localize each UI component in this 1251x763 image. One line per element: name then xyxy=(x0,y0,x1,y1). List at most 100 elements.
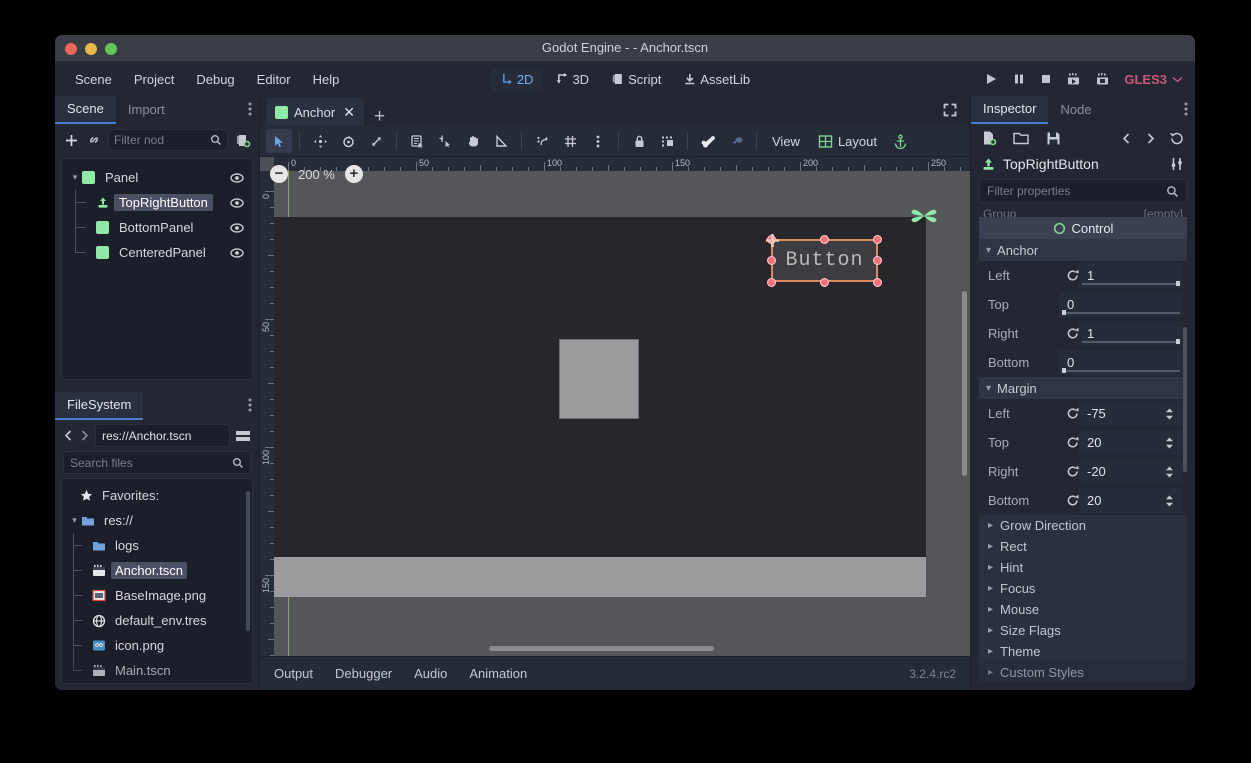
selection-handle[interactable] xyxy=(873,278,882,287)
list-item[interactable]: logs xyxy=(62,533,252,558)
list-item[interactable]: Anchor.tscn xyxy=(62,558,252,583)
property-filter-input[interactable]: Filter properties xyxy=(979,179,1187,203)
pan-tool-icon[interactable] xyxy=(460,129,486,153)
property-value-spinbox[interactable]: -20 xyxy=(1079,459,1183,484)
object-tools-icon[interactable] xyxy=(1169,156,1185,172)
centered-panel-node[interactable] xyxy=(559,339,639,419)
property-section-anchor[interactable]: ▾ Anchor xyxy=(979,239,1187,261)
selection-handle[interactable] xyxy=(820,278,829,287)
lock-icon[interactable] xyxy=(626,129,652,153)
property-value-slider[interactable]: 1 xyxy=(1079,321,1183,346)
rotate-tool-icon[interactable] xyxy=(335,129,361,153)
tab-node[interactable]: Node xyxy=(1048,96,1103,124)
move-tool-icon[interactable] xyxy=(307,129,333,153)
visibility-eye-icon[interactable] xyxy=(230,247,244,259)
property-row-margin-right[interactable]: Right -20 xyxy=(979,457,1187,486)
property-section-theme[interactable]: ▸ Theme xyxy=(979,641,1187,662)
tree-row[interactable]: ▾ Panel xyxy=(62,165,252,190)
selection-handle[interactable] xyxy=(873,256,882,265)
property-value-spinbox[interactable]: -75 xyxy=(1079,401,1183,426)
selection-handle[interactable] xyxy=(767,278,776,287)
property-row-anchor-left[interactable]: Left 1 xyxy=(979,261,1187,290)
list-item[interactable]: Favorites: xyxy=(62,483,252,508)
pivot-tool-icon[interactable] xyxy=(432,129,458,153)
property-section-focus[interactable]: ▸ Focus xyxy=(979,578,1187,599)
history-icon[interactable] xyxy=(1169,131,1185,146)
property-section-hint[interactable]: ▸ Hint xyxy=(979,557,1187,578)
anchor-cross-icon[interactable] xyxy=(906,198,942,234)
inspector-dock-menu-icon[interactable] xyxy=(1184,101,1188,117)
selection-handle[interactable] xyxy=(767,256,776,265)
link-icon[interactable] xyxy=(86,132,102,148)
2d-viewport[interactable]: 0 50 100 150 xyxy=(260,157,970,656)
revert-icon[interactable] xyxy=(1066,494,1080,507)
selection-handle[interactable] xyxy=(820,235,829,244)
back-icon[interactable] xyxy=(1121,132,1132,145)
visibility-eye-icon[interactable] xyxy=(230,197,244,209)
ruler-tool-icon[interactable] xyxy=(488,129,514,153)
node-filter-input[interactable]: Filter nod xyxy=(108,129,228,151)
scene-dock-menu-icon[interactable] xyxy=(248,101,252,117)
revert-icon[interactable] xyxy=(1066,327,1080,340)
tab-filesystem[interactable]: FileSystem xyxy=(55,392,143,420)
bottom-panel-node[interactable] xyxy=(274,557,926,597)
property-row-margin-left[interactable]: Left -75 xyxy=(979,399,1187,428)
pause-icon[interactable] xyxy=(1012,72,1025,86)
menu-editor[interactable]: Editor xyxy=(247,68,301,91)
canvas-horizontal-scrollbar[interactable] xyxy=(489,646,714,651)
tab-import[interactable]: Import xyxy=(116,96,177,124)
scale-tool-icon[interactable] xyxy=(363,129,389,153)
tree-row[interactable]: CenteredPanel xyxy=(62,240,252,265)
save-resource-icon[interactable] xyxy=(1046,131,1061,146)
new-resource-icon[interactable] xyxy=(981,130,997,146)
filesystem-dock-menu-icon[interactable] xyxy=(248,397,252,413)
property-row-anchor-bottom[interactable]: Bottom 0 xyxy=(979,348,1187,377)
property-list-scrollbar[interactable] xyxy=(1183,327,1187,472)
anchor-icon[interactable] xyxy=(887,129,913,153)
property-section-mouse[interactable]: ▸ Mouse xyxy=(979,599,1187,620)
list-item[interactable]: Main.tscn xyxy=(62,658,252,683)
property-section-grow-direction[interactable]: ▸ Grow Direction xyxy=(979,515,1187,536)
scene-tab-anchor[interactable]: Anchor ✕ xyxy=(266,98,364,126)
select-tool-icon[interactable] xyxy=(266,129,292,153)
forward-icon[interactable] xyxy=(79,429,90,442)
revert-icon[interactable] xyxy=(1066,436,1080,449)
mode-assetlib-button[interactable]: AssetLib xyxy=(674,68,759,91)
tree-row[interactable]: BottomPanel xyxy=(62,215,252,240)
property-row-margin-top[interactable]: Top 20 xyxy=(979,428,1187,457)
list-select-icon[interactable] xyxy=(404,129,430,153)
property-value-spinbox[interactable]: 20 xyxy=(1079,488,1183,513)
zoom-in-icon[interactable]: + xyxy=(345,165,363,183)
file-search-input[interactable]: Search files xyxy=(63,451,251,474)
property-value-slider[interactable]: 1 xyxy=(1079,263,1183,288)
current-path-field[interactable]: res://Anchor.tscn xyxy=(95,424,230,447)
visibility-eye-icon[interactable] xyxy=(230,172,244,184)
chevron-down-icon[interactable]: ▾ xyxy=(68,515,81,526)
zoom-out-icon[interactable]: − xyxy=(270,165,288,183)
close-icon[interactable]: ✕ xyxy=(343,104,355,121)
property-section-custom-styles[interactable]: ▸ Custom Styles xyxy=(979,662,1187,682)
list-item[interactable]: default_env.tres xyxy=(62,608,252,633)
chevron-down-icon[interactable]: ▾ xyxy=(68,172,82,183)
list-item[interactable]: ▾ res:// xyxy=(62,508,252,533)
spin-arrows-icon[interactable] xyxy=(1164,465,1175,479)
menu-project[interactable]: Project xyxy=(124,68,184,91)
group-icon[interactable] xyxy=(654,129,680,153)
renderer-selector[interactable]: GLES3 xyxy=(1124,72,1183,87)
property-section-margin[interactable]: ▾ Margin xyxy=(979,377,1187,399)
property-value-slider[interactable]: 0 xyxy=(1059,350,1183,375)
revert-icon[interactable] xyxy=(1066,465,1080,478)
skeleton-icon[interactable] xyxy=(723,129,749,153)
zoom-level-label[interactable]: 200 % xyxy=(298,167,335,182)
tab-scene[interactable]: Scene xyxy=(55,96,116,124)
spin-arrows-icon[interactable] xyxy=(1164,407,1175,421)
property-list[interactable]: Group [empty] Control ▾ Anchor Left xyxy=(979,207,1187,682)
canvas-workspace[interactable]: Button xyxy=(274,171,970,656)
mode-3d-button[interactable]: 3D xyxy=(546,68,598,91)
bottom-tab-output[interactable]: Output xyxy=(274,666,313,681)
bottom-tab-debugger[interactable]: Debugger xyxy=(335,666,392,681)
menu-scene[interactable]: Scene xyxy=(65,68,122,91)
property-row-anchor-top[interactable]: Top 0 xyxy=(979,290,1187,319)
mode-script-button[interactable]: Script xyxy=(602,68,670,91)
property-value-slider[interactable]: 0 xyxy=(1059,292,1183,317)
